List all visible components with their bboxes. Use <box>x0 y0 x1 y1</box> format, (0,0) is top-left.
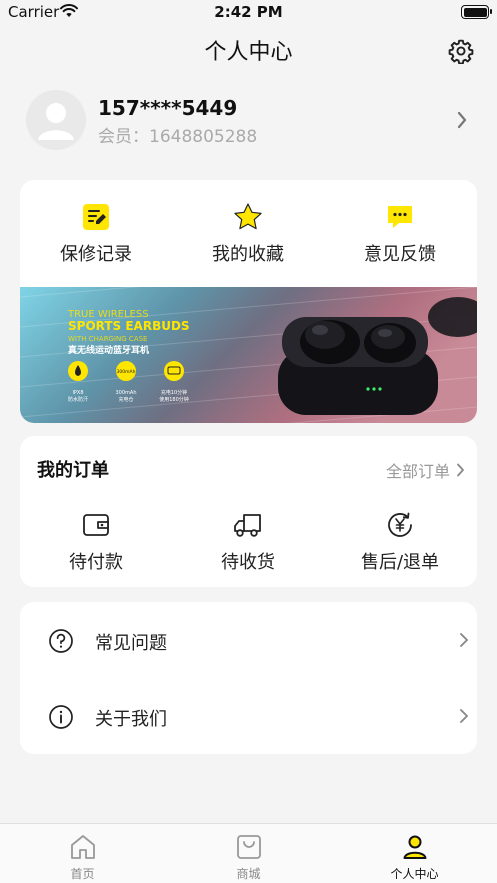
tab-shop[interactable]: 商城 <box>166 832 331 882</box>
help-list-card: 常见问题 关于我们 <box>20 602 477 754</box>
promo-banner[interactable]: TRUE WIRELESS SPORTS EARBUDS WITH CHARGI… <box>20 287 477 423</box>
faq-label: 常见问题 <box>95 633 167 654</box>
faq-row[interactable]: 常见问题 <box>20 602 477 678</box>
chevron-right-icon <box>457 111 467 129</box>
my-favorites-label: 我的收藏 <box>212 244 284 265</box>
member-info: 会员：1648805288 <box>98 122 257 147</box>
tab-shop-label: 商城 <box>236 867 261 881</box>
badge-3-caption-2: 使用180分钟 <box>159 396 189 403</box>
tab-bar: 首页 商城 个人中心 <box>0 823 497 883</box>
info-circle-icon <box>49 705 73 729</box>
home-icon <box>70 835 95 859</box>
badge-2-caption-1: 300mAh <box>115 390 136 396</box>
member-id: 1648805288 <box>149 127 258 147</box>
user-icon <box>403 835 426 859</box>
chevron-right-icon <box>460 709 468 723</box>
badge-3-caption-1: 充电10分钟 <box>161 389 187 396</box>
orders-title: 我的订单 <box>37 460 109 481</box>
delivery-truck-icon <box>234 514 261 537</box>
clock: 2:42 PM <box>214 3 283 21</box>
yen-refund-icon <box>388 512 412 537</box>
document-edit-icon <box>83 204 109 230</box>
chevron-right-icon <box>457 463 464 477</box>
shopping-bag-icon <box>236 835 261 859</box>
page-title: 个人中心 <box>204 40 293 65</box>
star-icon <box>234 203 262 230</box>
banner-line-2: SPORTS EARBUDS <box>68 319 190 333</box>
tab-profile-label: 个人中心 <box>390 867 439 881</box>
all-orders-link[interactable]: 全部订单 <box>386 458 465 482</box>
pending-delivery-label: 待收货 <box>221 552 275 573</box>
tab-home-label: 首页 <box>70 867 95 881</box>
badge-2-caption-2: 充电仓 <box>118 396 133 403</box>
orders-card: 我的订单 全部订单 待付款 待收货 售后/退单 <box>20 436 477 587</box>
avatar[interactable] <box>26 90 86 150</box>
feedback-label: 意见反馈 <box>364 244 436 265</box>
user-silhouette-icon <box>38 103 74 140</box>
member-prefix: 会员： <box>98 127 149 147</box>
all-orders-label: 全部订单 <box>385 462 450 481</box>
chevron-right-icon <box>460 633 468 647</box>
my-favorites-button[interactable]: 我的收藏 <box>172 202 324 266</box>
battery-icon <box>461 5 492 19</box>
banner-line-3: WITH CHARGING CASE <box>68 335 147 343</box>
user-phone: 157****5449 <box>98 96 238 120</box>
after-sales-button[interactable]: 售后/退单 <box>324 510 476 574</box>
feedback-button[interactable]: 意见反馈 <box>324 202 476 266</box>
about-us-row[interactable]: 关于我们 <box>20 678 477 754</box>
banner-line-4: 真无线运动蓝牙耳机 <box>68 344 149 356</box>
quick-actions-card: 保修记录 我的收藏 意见反馈 TRUE WIRELESS SPORTS EARB… <box>20 180 477 423</box>
question-circle-icon <box>49 629 73 653</box>
badge-2-icon-text: 300mAh <box>117 369 136 375</box>
badge-1-caption-2: 防水防汗 <box>68 396 88 403</box>
pending-payment-label: 待付款 <box>69 552 123 573</box>
tab-profile[interactable]: 个人中心 <box>332 832 497 882</box>
about-us-label: 关于我们 <box>95 709 167 730</box>
profile-header[interactable]: 157****5449 会员：1648805288 <box>26 90 476 152</box>
after-sales-label: 售后/退单 <box>360 552 440 573</box>
tab-home[interactable]: 首页 <box>0 832 165 882</box>
warranty-records-label: 保修记录 <box>60 244 132 265</box>
pending-payment-button[interactable]: 待付款 <box>20 510 172 574</box>
gear-icon[interactable] <box>448 38 474 64</box>
warranty-records-button[interactable]: 保修记录 <box>20 202 172 266</box>
chat-bubble-icon <box>388 206 412 228</box>
badge-1-caption-1: IPX8 <box>72 390 83 396</box>
status-bar: Carrier 2:42 PM <box>0 0 497 26</box>
wallet-icon <box>83 514 109 536</box>
pending-delivery-button[interactable]: 待收货 <box>172 510 324 574</box>
